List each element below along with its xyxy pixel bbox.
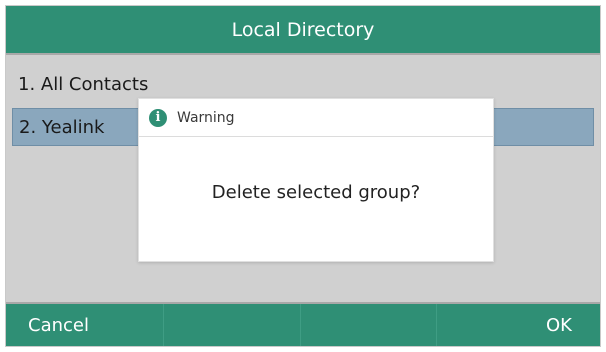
info-icon: i xyxy=(149,108,167,127)
softkey-2[interactable] xyxy=(164,304,301,346)
dialog-header: i Warning xyxy=(139,99,493,137)
cancel-button[interactable]: Cancel xyxy=(6,304,165,346)
phone-screen: Local Directory 1. All Contacts 2. Yeali… xyxy=(6,6,600,346)
ok-button[interactable]: OK xyxy=(437,304,600,346)
list-item-label: 1. All Contacts xyxy=(18,73,149,95)
title-bar: Local Directory xyxy=(6,6,600,55)
list-item-label: 2. Yealink xyxy=(19,116,105,138)
warning-dialog: i Warning Delete selected group? xyxy=(138,98,494,262)
dialog-title: Warning xyxy=(177,109,235,126)
page-title: Local Directory xyxy=(231,18,375,41)
ok-button-label: OK xyxy=(546,314,572,336)
dialog-message-text: Delete selected group? xyxy=(211,181,421,203)
phone-screen-frame: Local Directory 1. All Contacts 2. Yeali… xyxy=(5,5,601,347)
cancel-button-label: Cancel xyxy=(28,314,89,336)
softkey-3[interactable] xyxy=(301,304,437,346)
softkey-bar: Cancel OK xyxy=(6,302,600,346)
dialog-message: Delete selected group? xyxy=(139,137,493,261)
